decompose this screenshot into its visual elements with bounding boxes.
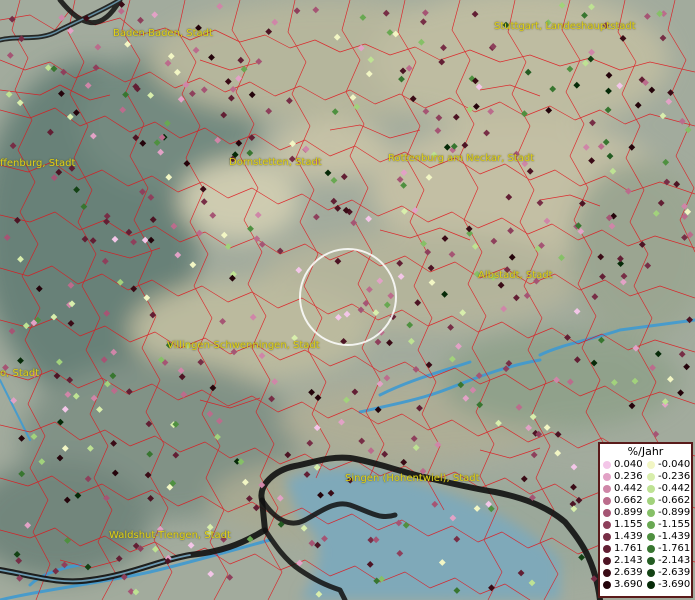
city-label-villingen-schwenningen: Villingen-Schwenningen, Stadt [167, 340, 320, 351]
legend-value: 1.439 [614, 531, 643, 542]
legend-row: -2.639 [647, 567, 691, 579]
city-label-waldshut-tiengen: Waldshut-Tiengen, Stadt [109, 530, 231, 541]
legend-swatch [603, 497, 611, 505]
city-label-rottenburg: Rottenburg am Neckar, Stadt [388, 153, 535, 164]
legend-swatch [647, 545, 655, 553]
city-label-stuttgart: Stuttgart, Landeshauptstadt [494, 21, 636, 32]
legend-swatch [647, 521, 655, 529]
legend-swatch [603, 581, 611, 589]
legend-negative-column: -0.040 -0.236 -0.442 -0.662 -0.899 -1.155 -1.4… [647, 459, 691, 591]
legend-panel: %/Jahr 0.040 0.236 0.442 0.662 0.899 1.155 1.4… [598, 442, 693, 598]
legend-value: -0.662 [658, 495, 691, 506]
legend-row: 0.899 [603, 507, 647, 519]
legend-row: 2.143 [603, 555, 647, 567]
legend-swatch [647, 461, 655, 469]
map-view[interactable]: Baden-Baden, Stadt Stuttgart, Landeshaup… [0, 0, 695, 600]
legend-swatch [603, 461, 611, 469]
legend-row: 1.155 [603, 519, 647, 531]
city-label-albstadt: Albstadt, Stadt [478, 270, 553, 281]
legend-row: 0.442 [603, 483, 647, 495]
legend-swatch [603, 473, 611, 481]
legend-swatch [603, 521, 611, 529]
legend-swatch [603, 509, 611, 517]
legend-swatch [647, 533, 655, 541]
legend-swatch [647, 485, 655, 493]
legend-value: -1.155 [658, 519, 691, 530]
legend-title: %/Jahr [627, 445, 664, 458]
legend-row: -0.662 [647, 495, 691, 507]
legend-row: -1.761 [647, 543, 691, 555]
legend-value: -0.442 [658, 483, 691, 494]
legend-value: -0.899 [658, 507, 691, 518]
legend-row: 0.662 [603, 495, 647, 507]
legend-value: -1.439 [658, 531, 691, 542]
map-canvas[interactable] [0, 0, 695, 600]
legend-row: -1.155 [647, 519, 691, 531]
legend-swatch [647, 509, 655, 517]
legend-value: 1.761 [614, 543, 643, 554]
legend-row: -0.899 [647, 507, 691, 519]
legend-row: 2.639 [603, 567, 647, 579]
legend-row: 0.236 [603, 471, 647, 483]
legend-row: -0.442 [647, 483, 691, 495]
legend-value: 3.690 [614, 579, 643, 590]
legend-swatch [603, 533, 611, 541]
legend-swatch [603, 485, 611, 493]
legend-row: 1.761 [603, 543, 647, 555]
legend-value: 0.662 [614, 495, 643, 506]
legend-value: 0.040 [614, 459, 643, 470]
legend-value: 2.639 [614, 567, 643, 578]
legend-positive-column: 0.040 0.236 0.442 0.662 0.899 1.155 1.439 1.761… [603, 459, 647, 591]
legend-value: 0.442 [614, 483, 643, 494]
legend-value: -2.143 [658, 555, 691, 566]
legend-row: -2.143 [647, 555, 691, 567]
legend-row: 1.439 [603, 531, 647, 543]
city-label-singen: Singen (Hohentwiel), Stadt [345, 473, 480, 484]
legend-value: 2.143 [614, 555, 643, 566]
legend-row: -1.439 [647, 531, 691, 543]
city-label-lahr: o, Stadt [0, 368, 40, 379]
legend-value: -3.690 [658, 579, 691, 590]
legend-row: -3.690 [647, 579, 691, 591]
legend-value: -1.761 [658, 543, 691, 554]
city-label-baden-baden: Baden-Baden, Stadt [113, 28, 213, 39]
legend-value: 0.899 [614, 507, 643, 518]
legend-swatch [603, 569, 611, 577]
legend-swatch [647, 557, 655, 565]
legend-row: 3.690 [603, 579, 647, 591]
legend-swatch [647, 473, 655, 481]
legend-row: 0.040 [603, 459, 647, 471]
legend-value: -0.236 [658, 471, 691, 482]
legend-value: -2.639 [658, 567, 691, 578]
city-label-offenburg: ffenburg, Stadt [0, 158, 76, 169]
legend-swatch [647, 581, 655, 589]
legend-row: -0.040 [647, 459, 691, 471]
legend-swatch [603, 557, 611, 565]
legend-value: -0.040 [658, 459, 691, 470]
legend-swatch [647, 497, 655, 505]
legend-swatch [647, 569, 655, 577]
city-label-dornstetten: Dornstetten, Stadt [229, 157, 322, 168]
legend-row: -0.236 [647, 471, 691, 483]
legend-value: 1.155 [614, 519, 643, 530]
legend-swatch [603, 545, 611, 553]
legend-value: 0.236 [614, 471, 643, 482]
